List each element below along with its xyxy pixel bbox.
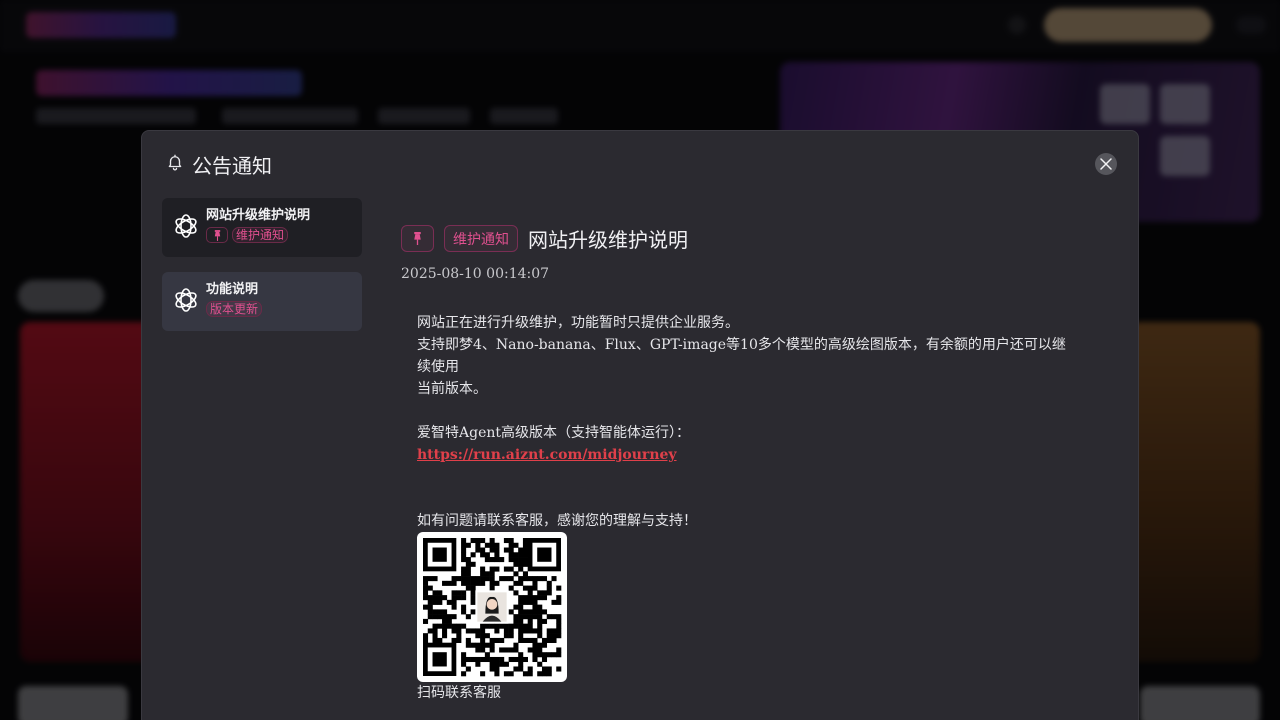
pin-icon <box>206 227 228 243</box>
notice-list-item[interactable]: 功能说明 版本更新 <box>162 272 362 331</box>
qr-code-image <box>417 532 567 682</box>
notice-detail-header: 维护通知 网站升级维护说明 <box>401 224 688 253</box>
openai-logo-icon <box>172 212 200 240</box>
body-text: 当前版本。 <box>417 381 487 397</box>
body-text: 爱智特Agent高级版本（支持智能体运行）： <box>417 425 690 441</box>
announcement-modal: 公告通知 网站升级维护说明 维护通知 功能说明 版本更新 维护通知 网站升级维护… <box>141 130 1139 720</box>
notice-title: 功能说明 <box>206 282 259 297</box>
body-text: 如有问题请联系客服，感谢您的理解与支持！ <box>417 513 697 529</box>
notice-detail-body: 网站正在进行升级维护，功能暂时只提供企业服务。 支持即梦4、Nano-banan… <box>417 312 1077 704</box>
notice-category-tag: 版本更新 <box>206 301 263 317</box>
qr-caption: 扫码联系客服 <box>417 685 501 701</box>
pin-icon <box>401 225 434 252</box>
close-icon[interactable] <box>1100 155 1112 174</box>
midjourney-link[interactable]: https://run.aiznt.com/midjourney <box>417 447 677 463</box>
close-button[interactable] <box>1095 153 1117 175</box>
bell-icon <box>166 153 184 175</box>
notice-detail-title: 网站升级维护说明 <box>528 228 688 252</box>
modal-title: 公告通知 <box>192 153 272 178</box>
notice-detail-time: 2025-08-10 00:14:07 <box>401 266 550 282</box>
notice-detail-category-tag: 维护通知 <box>444 225 518 252</box>
link-line: https://run.aiznt.com/midjourney <box>417 444 1077 466</box>
notice-list-item[interactable]: 网站升级维护说明 维护通知 <box>162 198 362 257</box>
body-text: 支持即梦4、Nano-banana、Flux、GPT-image等10多个模型的… <box>417 337 1066 375</box>
modal-header: 公告通知 <box>166 151 272 178</box>
notice-category-tag: 维护通知 <box>232 227 289 243</box>
notice-title: 网站升级维护说明 <box>206 208 311 223</box>
openai-logo-icon <box>172 286 200 314</box>
body-text: 网站正在进行升级维护，功能暂时只提供企业服务。 <box>417 315 739 331</box>
